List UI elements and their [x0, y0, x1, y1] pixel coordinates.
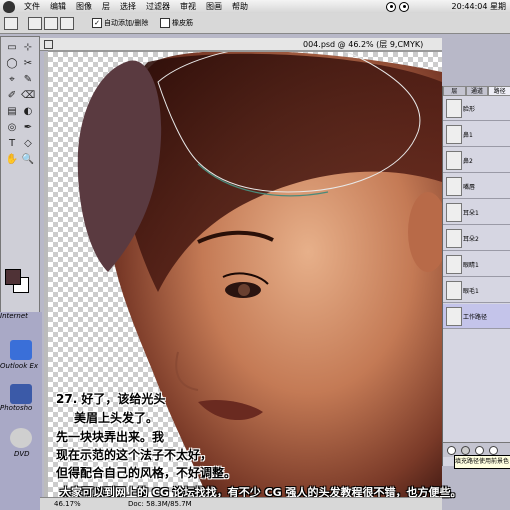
path-thumbnail — [446, 307, 462, 326]
load-selection-button[interactable] — [475, 446, 484, 455]
hand-tool-icon[interactable]: ✋ — [5, 153, 19, 167]
auto-add-delete-checkbox[interactable]: ✓ — [92, 18, 102, 28]
menu-layer[interactable]: 层 — [97, 0, 115, 13]
make-work-path-button[interactable] — [489, 446, 498, 455]
rubber-band-label: 橡皮筋 — [172, 19, 193, 27]
pencil-tool-icon[interactable]: ✐ — [5, 89, 19, 103]
path-row[interactable]: 耳朵2 — [443, 226, 510, 251]
menu-file[interactable]: 文件 — [19, 0, 45, 13]
dodge-tool-icon[interactable]: ◐ — [21, 105, 35, 119]
menu-select[interactable]: 选择 — [115, 0, 141, 13]
path-row-label: 工作路径 — [463, 314, 488, 321]
path-row[interactable]: 鼻2 — [443, 148, 510, 173]
photoshop-icon[interactable] — [10, 384, 32, 404]
auto-add-delete-label: 自动添加/删除 — [104, 19, 149, 27]
menu-filter[interactable]: 过滤器 — [141, 0, 175, 13]
path-row-label: 耳朵1 — [463, 210, 479, 217]
panel-tabs: 层 通道 路径 — [443, 86, 510, 96]
outlook-express-icon[interactable] — [10, 340, 32, 360]
type-tool-icon[interactable]: T — [5, 137, 19, 151]
path-row[interactable]: 眼睛1 — [443, 252, 510, 277]
path-selection-tool-icon[interactable]: ◎ — [5, 121, 19, 135]
apple-menu-icon[interactable] — [3, 0, 15, 13]
desktop-label-internet: Internet — [0, 312, 28, 320]
tab-channels[interactable]: 通道 — [465, 86, 489, 96]
path-row-label: 脸形 — [463, 106, 476, 113]
lasso-tool-icon[interactable]: ◯ — [5, 57, 19, 71]
caption-line-4: 现在示范的这个法子不太好， — [56, 448, 213, 462]
shape-tool-icon[interactable]: ◇ — [21, 137, 35, 151]
tooltip: 填充路径使用前景色 — [454, 455, 510, 469]
tab-paths[interactable]: 路径 — [488, 86, 510, 96]
caption-line-2: 美眉上头发了。 — [74, 411, 159, 425]
marquee-tool-icon[interactable]: ▭ — [5, 41, 19, 55]
tab-layers[interactable]: 层 — [443, 86, 466, 96]
document-title: 004.psd @ 46.2% (层 9,CMYK) — [303, 39, 424, 49]
status-bar: 46.17% Doc: 58.3M/85.7M — [40, 497, 442, 510]
desktop-label-outlook: Outlook Ex — [0, 362, 39, 370]
path-thumbnail — [446, 151, 462, 170]
path-mode-icon[interactable] — [28, 17, 42, 30]
path-thumbnail — [446, 177, 462, 196]
path-row-label: 嘴唇 — [463, 184, 476, 191]
desktop-label-photoshop: Photosho — [0, 404, 33, 412]
path-row-selected[interactable]: 工作路径 — [443, 304, 510, 329]
shape-layer-mode-icon[interactable] — [44, 17, 58, 30]
menu-window[interactable]: 图画 — [201, 0, 227, 13]
eyes-icon-left — [385, 1, 396, 12]
layers-panel: 层 通道 路径 脸形 鼻1 鼻2 嘴唇 耳朵1 耳朵2 眼睛1 眼毛1 工作路径 — [442, 86, 510, 466]
clock: 20:44:04 星期 — [451, 2, 506, 11]
menu-image[interactable]: 图像 — [71, 0, 97, 13]
path-row[interactable]: 眼毛1 — [443, 278, 510, 303]
zoom-readout[interactable]: 46.17% — [54, 500, 81, 508]
close-box-icon[interactable] — [44, 39, 53, 49]
rubber-band-checkbox[interactable] — [160, 18, 170, 28]
eyes-icon-right — [398, 1, 409, 12]
gradient-tool-icon[interactable]: ▤ — [5, 105, 19, 119]
brush-tool-icon[interactable]: ✎ — [21, 73, 35, 87]
path-row[interactable]: 耳朵1 — [443, 200, 510, 225]
tool-palette: ▭ ⊹ ◯ ✂ ⌖ ✎ ✐ ⌫ ▤ ◐ ◎ ✒ T ◇ ✋ 🔍 — [0, 36, 40, 314]
path-thumbnail — [446, 203, 462, 222]
dvd-icon[interactable] — [10, 428, 32, 448]
path-row-label: 鼻2 — [463, 158, 473, 165]
options-bar: ✓ 自动添加/删除 橡皮筋 — [0, 13, 510, 34]
path-thumbnail — [446, 125, 462, 144]
path-thumbnail — [446, 99, 462, 118]
path-row-label: 鼻1 — [463, 132, 473, 139]
pen-tool-icon[interactable]: ✒ — [21, 121, 35, 135]
crop-tool-icon[interactable]: ✂ — [21, 57, 35, 71]
path-thumbnail — [446, 229, 462, 248]
menu-bar: 文件 编辑 图像 层 选择 过滤器 审视 图画 帮助 20:44:04 星期 — [0, 0, 510, 14]
move-tool-icon[interactable]: ⊹ — [21, 41, 35, 55]
eraser-tool-icon[interactable]: ⌫ — [21, 89, 35, 103]
path-thumbnail — [446, 255, 462, 274]
menu-view[interactable]: 审视 — [175, 0, 201, 13]
path-row-label: 眼睛1 — [463, 262, 479, 269]
fill-pixels-mode-icon[interactable] — [60, 17, 74, 30]
caption-line-5: 但得配合自己的风格，不好调整。 — [56, 466, 237, 480]
caption-line-1: 27. 好了，该给光头 — [56, 392, 166, 406]
doc-size-readout: Doc: 58.3M/85.7M — [128, 500, 192, 508]
path-row-label: 眼毛1 — [463, 288, 479, 295]
path-row[interactable]: 嘴唇 — [443, 174, 510, 199]
stroke-path-button[interactable] — [461, 446, 470, 455]
zoom-tool-icon[interactable]: 🔍 — [21, 153, 35, 167]
path-row-label: 耳朵2 — [463, 236, 479, 243]
fill-path-button[interactable] — [447, 446, 456, 455]
path-thumbnail — [446, 281, 462, 300]
menu-help[interactable]: 帮助 — [227, 0, 253, 13]
slice-tool-icon[interactable]: ⌖ — [5, 73, 19, 87]
pen-tool-icon[interactable] — [4, 17, 18, 30]
desktop-area: Internet Outlook Ex Photosho DVD — [0, 312, 42, 510]
caption-line-3: 先一块块弄出来。我 — [56, 430, 165, 444]
menu-edit[interactable]: 编辑 — [45, 0, 71, 13]
path-row[interactable]: 鼻1 — [443, 122, 510, 147]
foreground-color-swatch[interactable] — [5, 269, 21, 285]
path-row[interactable]: 脸形 — [443, 96, 510, 121]
